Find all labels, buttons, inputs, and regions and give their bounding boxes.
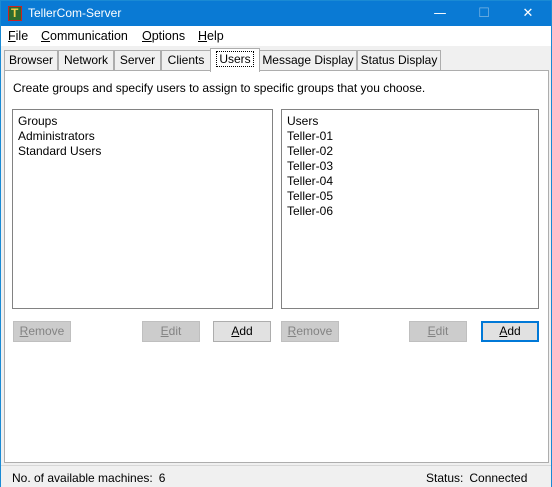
list-item[interactable]: Teller-06: [287, 204, 533, 219]
edit-user-button[interactable]: Edit: [409, 321, 467, 342]
list-item[interactable]: Standard Users: [18, 144, 267, 159]
add-group-button[interactable]: Add: [213, 321, 271, 342]
users-tab-panel: Create groups and specify users to assig…: [4, 70, 549, 463]
users-description: Create groups and specify users to assig…: [13, 81, 426, 95]
tab-server[interactable]: Server: [114, 50, 161, 71]
tab-clients[interactable]: Clients: [161, 50, 211, 71]
menu-options[interactable]: Options: [142, 29, 185, 43]
list-item[interactable]: Teller-05: [287, 189, 533, 204]
app-logo-icon: [8, 6, 22, 21]
menu-bar: File Communication Options Help: [1, 26, 551, 46]
menu-communication[interactable]: Communication: [41, 29, 128, 43]
minimize-button[interactable]: —: [417, 1, 463, 26]
list-item[interactable]: Teller-02: [287, 144, 533, 159]
tab-browser[interactable]: Browser: [4, 50, 58, 71]
status-label: Status:: [426, 471, 464, 485]
list-item[interactable]: Administrators: [18, 129, 267, 144]
status-bar: No. of available machines: 6 Status: Conne…: [1, 465, 551, 487]
machines-status: No. of available machines: 6: [12, 471, 165, 485]
edit-group-button[interactable]: Edit: [142, 321, 200, 342]
remove-group-button[interactable]: Remove: [13, 321, 71, 342]
users-listbox[interactable]: Users Teller-01 Teller-02 Teller-03 Tell…: [281, 109, 539, 309]
menu-help[interactable]: Help: [198, 29, 224, 43]
tab-users[interactable]: Users: [210, 48, 260, 72]
close-button[interactable]: ✕: [505, 1, 551, 26]
users-header: Users: [287, 114, 319, 128]
menu-file[interactable]: File: [8, 29, 28, 43]
machines-label: No. of available machines:: [12, 471, 153, 485]
status-value: Connected: [469, 471, 528, 485]
tab-network[interactable]: Network: [58, 50, 114, 71]
list-item[interactable]: Teller-04: [287, 174, 533, 189]
maximize-button[interactable]: ☐: [461, 1, 507, 26]
tab-status-display[interactable]: Status Display: [357, 50, 441, 71]
groups-listbox[interactable]: Groups Administrators Standard Users: [12, 109, 273, 309]
list-item[interactable]: Teller-03: [287, 159, 533, 174]
main-window: TellerCom-Server — ☐ ✕ File Communicatio…: [0, 0, 552, 487]
tab-message-display[interactable]: Message Display: [259, 50, 357, 71]
window-title: TellerCom-Server: [28, 6, 122, 20]
add-user-button[interactable]: Add: [481, 321, 539, 342]
machines-count: 6: [158, 471, 166, 485]
title-bar[interactable]: TellerCom-Server — ☐ ✕: [1, 1, 551, 26]
connection-status: Status: Connected: [426, 471, 527, 485]
list-item[interactable]: Teller-01: [287, 129, 533, 144]
groups-header: Groups: [18, 114, 58, 128]
remove-user-button[interactable]: Remove: [281, 321, 339, 342]
tab-strip: Browser Network Server Clients Users Mes…: [1, 46, 551, 72]
